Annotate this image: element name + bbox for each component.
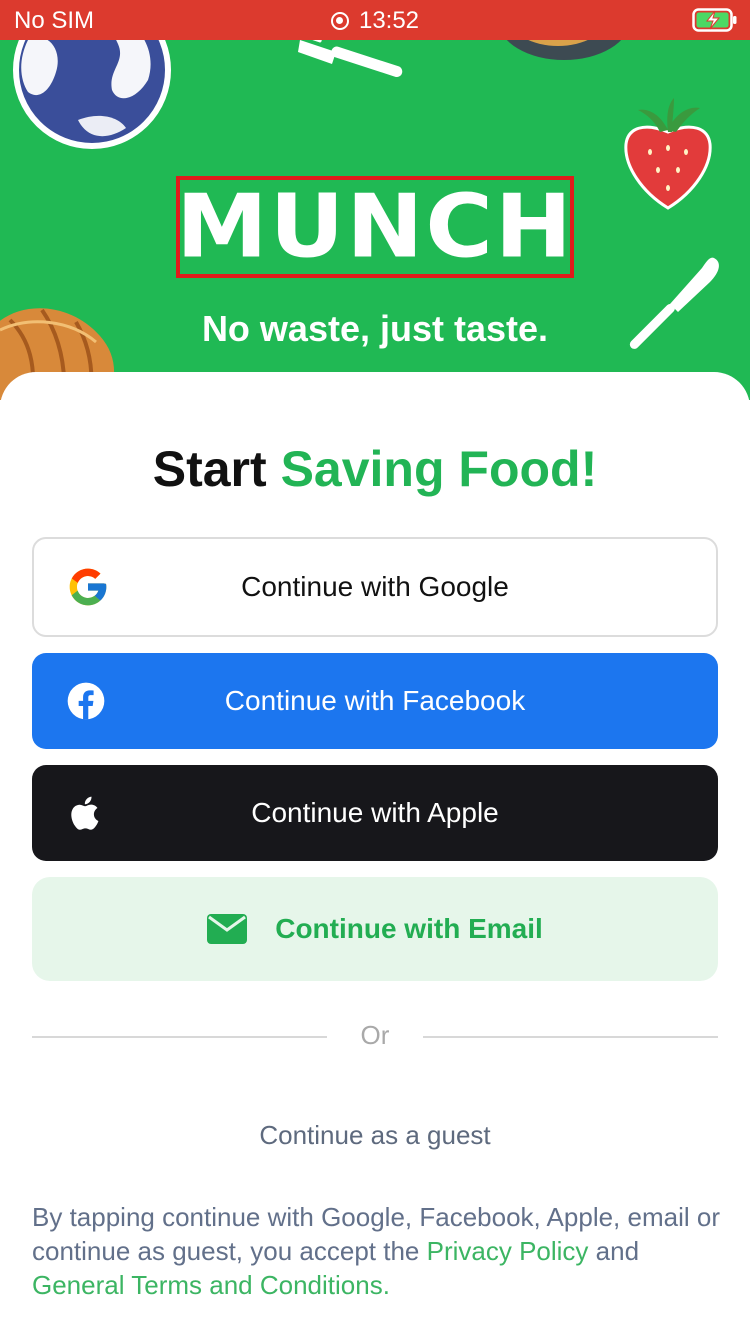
google-button-label: Continue with Google — [241, 571, 509, 602]
continue-with-google-button[interactable]: Continue with Google — [32, 537, 718, 637]
continue-with-email-button[interactable]: Continue with Email — [32, 877, 718, 981]
google-icon — [69, 568, 107, 606]
email-button-label: Continue with Email — [275, 913, 543, 944]
page-title: Start Saving Food! — [0, 440, 750, 498]
fork-icon — [298, 40, 403, 78]
continue-with-apple-button[interactable]: Continue with Apple — [32, 765, 718, 861]
hero-banner: MUNCH No waste, just taste. — [0, 40, 750, 400]
status-center: 13:52 — [0, 7, 750, 35]
logo-wordmark: MUNCH — [176, 175, 574, 278]
legal-text-middle: and — [588, 1236, 640, 1266]
app-logo: MUNCH — [176, 176, 574, 278]
legal-notice: By tapping continue with Google, Faceboo… — [32, 1200, 722, 1302]
facebook-icon — [67, 682, 105, 720]
food-bowl-icon — [506, 40, 622, 60]
battery-charging-icon — [692, 8, 737, 32]
tagline: No waste, just taste. — [201, 308, 549, 349]
envelope-icon — [207, 914, 248, 944]
login-sheet: Start Saving Food! Continue with Google … — [0, 372, 750, 1334]
apple-icon — [71, 796, 99, 830]
strawberry-icon — [624, 98, 712, 210]
status-bar: No SIM 13:52 — [0, 0, 750, 40]
or-divider: Or — [32, 1020, 718, 1050]
facebook-button-label: Continue with Facebook — [224, 685, 526, 716]
screen-recording-icon — [330, 12, 349, 30]
continue-as-guest-link[interactable]: Continue as a guest — [0, 1120, 750, 1151]
divider-line-right — [423, 1036, 718, 1038]
headline-accent: Saving Food! — [280, 441, 598, 497]
terms-link[interactable]: General Terms and Conditions. — [32, 1270, 390, 1300]
privacy-policy-link[interactable]: Privacy Policy — [427, 1236, 589, 1266]
globe-icon — [13, 40, 171, 149]
headline-start: Start — [152, 441, 267, 497]
continue-with-facebook-button[interactable]: Continue with Facebook — [32, 653, 718, 749]
apple-button-label: Continue with Apple — [251, 797, 499, 828]
email-button-content: Continue with Email — [207, 913, 543, 945]
clock: 13:52 — [358, 7, 420, 34]
